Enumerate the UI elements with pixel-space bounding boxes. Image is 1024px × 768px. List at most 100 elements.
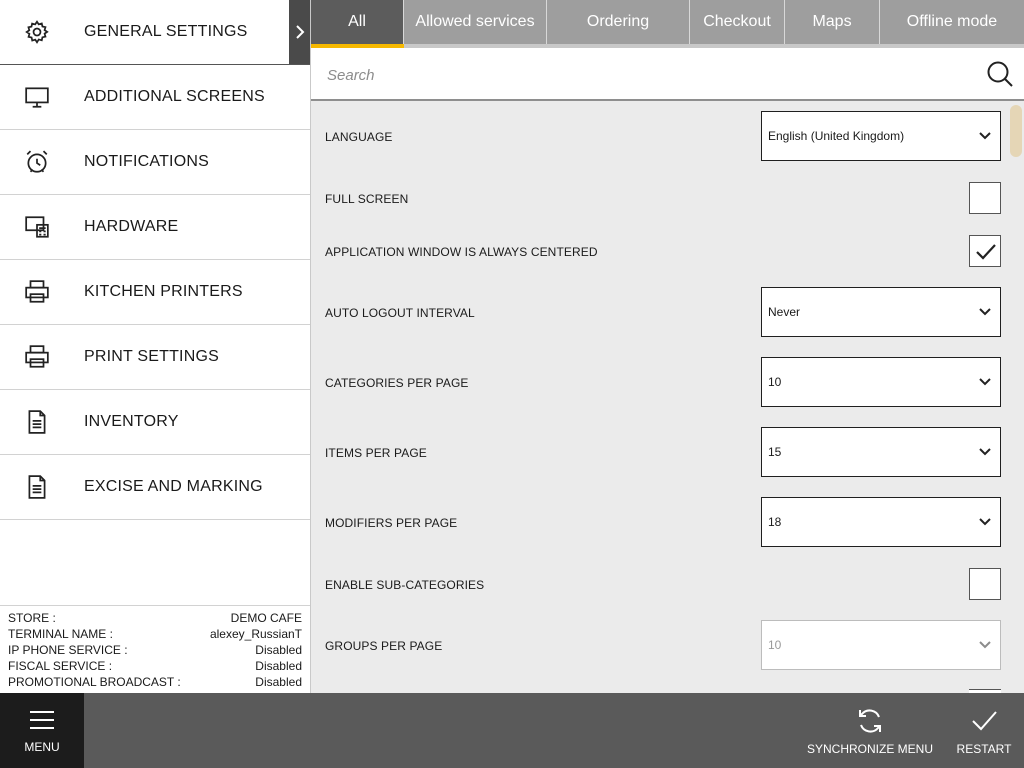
sidebar-item-excise-and-marking[interactable]: EXCISE AND MARKING — [0, 455, 310, 520]
language-select[interactable]: English (United Kingdom) — [761, 111, 1001, 161]
setting-categories-per-page: CATEGORIES PER PAGE 10 — [311, 357, 1024, 407]
info-row-fiscal-service: FISCAL SERVICE : Disabled — [8, 658, 302, 674]
hardware-icon — [24, 214, 50, 240]
setting-groups-per-page: GROUPS PER PAGE 10 — [311, 620, 1024, 670]
items-per-page-select[interactable]: 15 — [761, 427, 1001, 477]
select-value: 10 — [768, 375, 782, 389]
tab-all[interactable]: All — [311, 0, 404, 44]
sidebar-item-label: INVENTORY — [84, 413, 179, 430]
sidebar-item-label: NOTIFICATIONS — [84, 153, 209, 170]
setting-label: FULL SCREEN — [325, 192, 409, 206]
setting-label: GROUPS PER PAGE — [325, 639, 443, 653]
printer-icon — [24, 279, 50, 305]
info-value: alexey_RussianT — [209, 627, 302, 641]
sidebar-item-label: GENERAL SETTINGS — [84, 23, 248, 40]
checkmark-icon — [976, 244, 996, 260]
info-key: FISCAL SERVICE : — [8, 659, 113, 673]
setting-full-screen: FULL SCREEN — [311, 182, 1024, 214]
chevron-down-icon — [978, 375, 992, 389]
info-value: DEMO CAFE — [230, 611, 302, 625]
select-value: English (United Kingdom) — [768, 129, 905, 143]
info-key: IP PHONE SERVICE : — [8, 643, 128, 657]
tab-checkout[interactable]: Checkout — [690, 0, 785, 44]
categories-per-page-select[interactable]: 10 — [761, 357, 1001, 407]
settings-sidebar: GENERAL SETTINGS ADDITIONAL SCREENS NOTI… — [0, 0, 311, 693]
sidebar-item-label: PRINT SETTINGS — [84, 348, 219, 365]
chevron-down-icon — [978, 129, 992, 143]
sidebar-item-kitchen-printers[interactable]: KITCHEN PRINTERS — [0, 260, 310, 325]
sidebar-item-label: ADDITIONAL SCREENS — [84, 88, 265, 105]
setting-auto-logout-interval: AUTO LOGOUT INTERVAL Never — [311, 287, 1024, 337]
setting-label: MODIFIERS PER PAGE — [325, 516, 458, 530]
menu-button[interactable]: MENU — [0, 693, 84, 768]
chevron-down-icon — [978, 305, 992, 319]
setting-label: LANGUAGE — [325, 130, 393, 144]
sidebar-item-print-settings[interactable]: PRINT SETTINGS — [0, 325, 310, 390]
info-value: Disabled — [255, 643, 302, 657]
tab-offline-mode[interactable]: Offline mode — [880, 0, 1024, 44]
sidebar-item-label: EXCISE AND MARKING — [84, 478, 263, 495]
chevron-down-icon — [978, 445, 992, 459]
tab-maps[interactable]: Maps — [785, 0, 880, 44]
info-value: Disabled — [255, 659, 302, 673]
sidebar-item-additional-screens[interactable]: ADDITIONAL SCREENS — [0, 65, 310, 130]
sidebar-item-hardware[interactable]: HARDWARE — [0, 195, 310, 260]
synchronize-menu-label: SYNCHRONIZE MENU — [806, 741, 933, 756]
synchronize-menu-button[interactable]: SYNCHRONIZE MENU — [806, 693, 934, 768]
settings-list: LANGUAGE English (United Kingdom) FULL S… — [311, 101, 1024, 693]
info-row-terminal-name: TERMINAL NAME : alexey_RussianT — [8, 626, 302, 642]
window-centered-checkbox[interactable] — [969, 235, 1001, 267]
setting-language: LANGUAGE English (United Kingdom) — [311, 111, 1024, 161]
search-icon[interactable] — [986, 60, 1014, 88]
setting-label: APPLICATION WINDOW IS ALWAYS CENTERED — [325, 245, 598, 259]
document-icon — [24, 409, 50, 435]
select-value: 18 — [768, 515, 782, 529]
alarm-clock-icon — [24, 149, 50, 175]
terminal-info-panel: STORE : DEMO CAFE TERMINAL NAME : alexey… — [0, 605, 310, 693]
sync-icon — [859, 709, 881, 732]
restart-button[interactable]: RESTART — [948, 693, 1020, 768]
settings-tabs: All Allowed services Ordering Checkout M… — [311, 0, 1024, 48]
sidebar-item-label: HARDWARE — [84, 218, 179, 235]
setting-label: CATEGORIES PER PAGE — [325, 376, 469, 390]
gear-icon — [24, 19, 50, 45]
chevron-right-icon — [289, 0, 310, 64]
sidebar-item-general-settings[interactable]: GENERAL SETTINGS — [0, 0, 310, 65]
monitor-icon — [24, 84, 50, 110]
menu-button-label: MENU — [24, 739, 60, 754]
checkmark-icon — [972, 710, 997, 730]
info-row-store: STORE : DEMO CAFE — [8, 610, 302, 626]
restart-label: RESTART — [956, 741, 1012, 756]
search-input[interactable] — [327, 62, 967, 88]
groups-per-page-select[interactable]: 10 — [761, 620, 1001, 670]
setting-label: ITEMS PER PAGE — [325, 446, 427, 460]
info-key: PROMOTIONAL BROADCAST : — [8, 675, 181, 689]
info-value: Disabled — [255, 675, 302, 689]
setting-label: AUTO LOGOUT INTERVAL — [325, 306, 475, 320]
sidebar-item-notifications[interactable]: NOTIFICATIONS — [0, 130, 310, 195]
info-row-promotional-broadcast: PROMOTIONAL BROADCAST : Disabled — [8, 674, 302, 690]
sidebar-item-label: KITCHEN PRINTERS — [84, 283, 243, 300]
enable-sub-categories-checkbox[interactable] — [969, 568, 1001, 600]
info-row-ip-phone-service: IP PHONE SERVICE : Disabled — [8, 642, 302, 658]
modifiers-per-page-select[interactable]: 18 — [761, 497, 1001, 547]
printer-icon — [24, 344, 50, 370]
chevron-down-icon — [978, 515, 992, 529]
info-key: TERMINAL NAME : — [8, 627, 113, 641]
setting-modifiers-per-page: MODIFIERS PER PAGE 18 — [311, 497, 1024, 547]
select-value: Never — [768, 305, 801, 319]
search-bar — [311, 48, 1024, 101]
full-screen-checkbox[interactable] — [969, 182, 1001, 214]
setting-items-per-page: ITEMS PER PAGE 15 — [311, 427, 1024, 477]
document-icon — [24, 474, 50, 500]
auto-logout-select[interactable]: Never — [761, 287, 1001, 337]
sidebar-item-inventory[interactable]: INVENTORY — [0, 390, 310, 455]
chevron-down-icon — [978, 638, 992, 652]
setting-enable-sub-categories: ENABLE SUB-CATEGORIES — [311, 568, 1024, 600]
setting-window-centered: APPLICATION WINDOW IS ALWAYS CENTERED — [311, 235, 1024, 267]
select-value: 10 — [768, 638, 782, 652]
info-key: STORE : — [8, 611, 56, 625]
hamburger-icon — [30, 710, 54, 729]
tab-allowed-services[interactable]: Allowed services — [404, 0, 547, 44]
tab-ordering[interactable]: Ordering — [547, 0, 690, 44]
